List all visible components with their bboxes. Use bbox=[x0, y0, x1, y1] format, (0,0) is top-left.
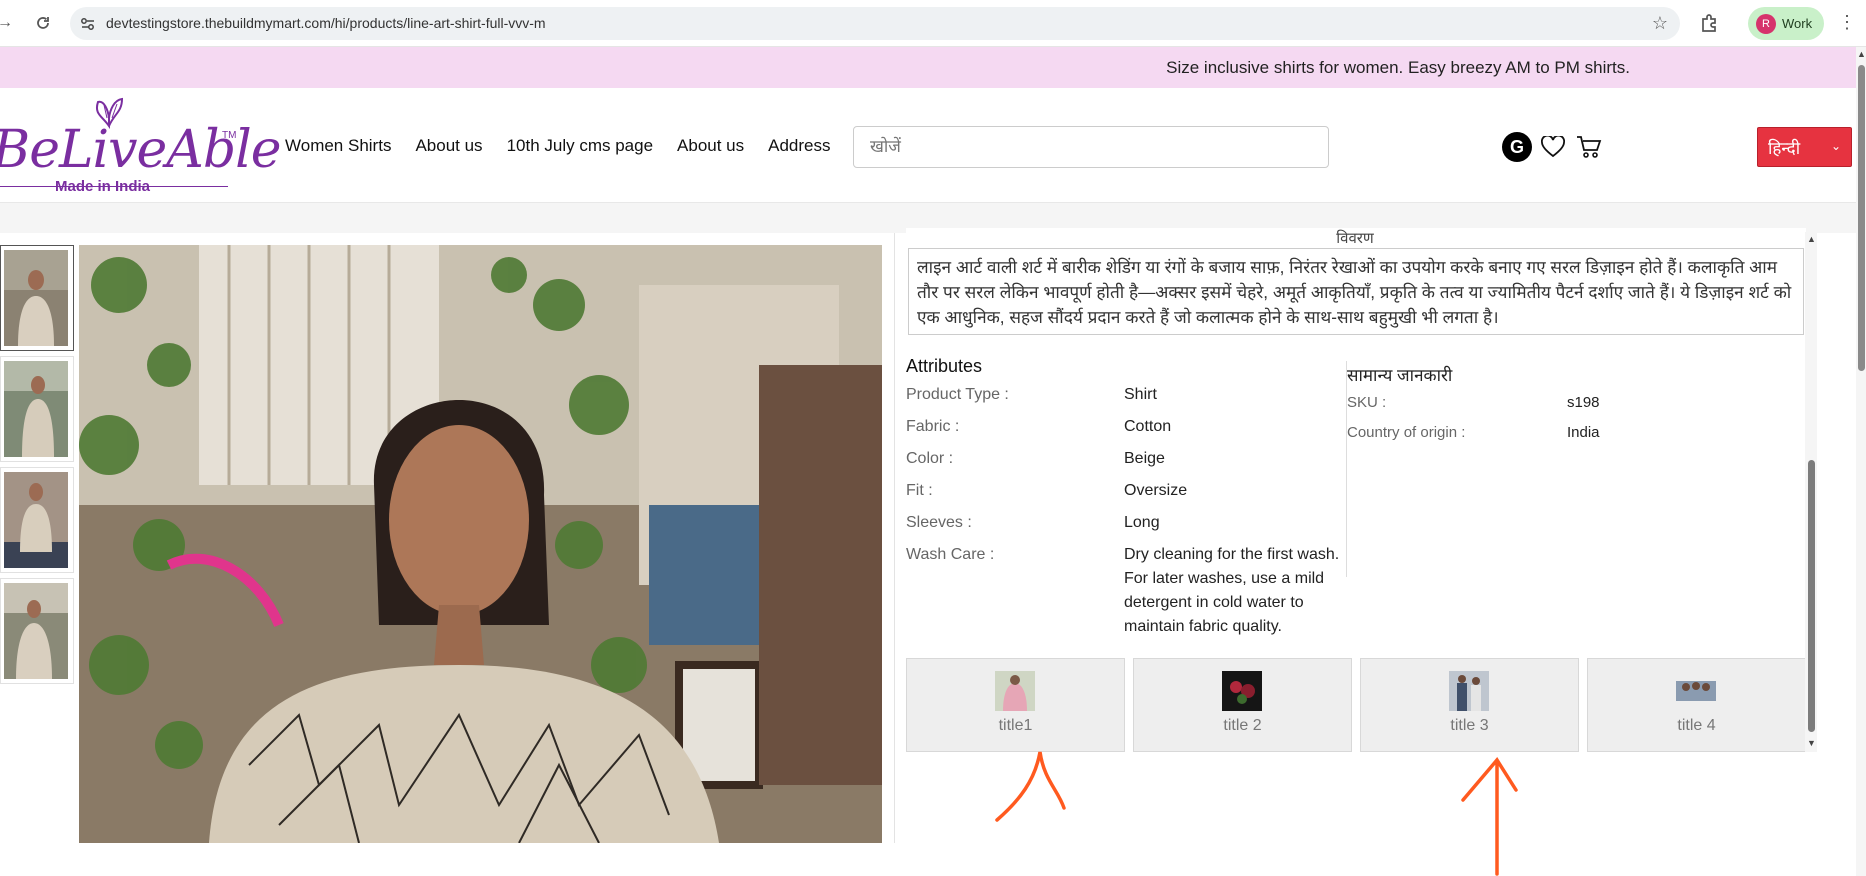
product-details-panel: विवरण लाइन आर्ट वाली शर्ट में बारीक शेडि… bbox=[906, 228, 1806, 836]
attribute-row: Sleeves : Long bbox=[906, 511, 1346, 535]
page-scroll-up-icon[interactable]: ▲ bbox=[1857, 49, 1866, 59]
main-nav: Women Shirts About us 10th July cms page… bbox=[285, 136, 831, 156]
attributes-title: Attributes bbox=[906, 356, 983, 376]
site-logo[interactable]: BeLiveAble TM Made in India bbox=[0, 92, 282, 195]
nav-address[interactable]: Address bbox=[768, 136, 830, 156]
chevron-down-icon: ⌄ bbox=[1830, 139, 1841, 153]
reload-icon[interactable] bbox=[32, 12, 54, 34]
general-info-key: Country of origin : bbox=[1347, 424, 1466, 441]
attribute-value: Beige bbox=[1124, 450, 1165, 467]
profile-avatar: R bbox=[1756, 13, 1776, 34]
language-select[interactable]: हिन्दी ⌄ bbox=[1757, 127, 1852, 167]
general-info-value: India bbox=[1567, 424, 1600, 441]
nav-about-us-2[interactable]: About us bbox=[677, 136, 744, 156]
card-image bbox=[995, 671, 1035, 711]
product-gallery bbox=[0, 233, 895, 843]
attribute-value: Long bbox=[1124, 514, 1160, 531]
feature-card-1[interactable]: title1 bbox=[906, 658, 1125, 752]
nav-about-us[interactable]: About us bbox=[415, 136, 482, 156]
general-info-row: SKU : s198 bbox=[1347, 391, 1787, 415]
general-info-section: सामान्य जानकारी SKU : s198 Country of or… bbox=[1347, 363, 1787, 451]
main-product-image[interactable] bbox=[79, 245, 882, 843]
product-thumbnail-image bbox=[4, 250, 68, 346]
attribute-value: Oversize bbox=[1124, 482, 1188, 499]
nav-women-shirts[interactable]: Women Shirts bbox=[285, 136, 391, 156]
details-scroll-thumb[interactable] bbox=[1808, 460, 1815, 732]
thumbnail-2[interactable] bbox=[0, 356, 74, 462]
scroll-up-icon[interactable]: ▲ bbox=[1807, 234, 1816, 244]
cart-icon[interactable] bbox=[1574, 132, 1604, 162]
card-label: title 3 bbox=[1450, 717, 1489, 734]
attributes-section: Attributes Product Type : Shirt Fabric :… bbox=[906, 356, 1346, 647]
scroll-down-icon[interactable]: ▼ bbox=[1807, 738, 1816, 748]
bookmark-star-icon[interactable]: ☆ bbox=[1652, 13, 1668, 34]
card-label: title 4 bbox=[1677, 717, 1716, 734]
attribute-key: Color : bbox=[906, 450, 954, 467]
attribute-value: Cotton bbox=[1124, 418, 1172, 435]
product-thumbnail-image bbox=[4, 583, 68, 679]
site-settings-icon[interactable] bbox=[79, 15, 97, 33]
attribute-row: Fit : Oversize bbox=[906, 479, 1346, 503]
attribute-row: Fabric : Cotton bbox=[906, 415, 1346, 439]
feature-card-3[interactable]: title 3 bbox=[1360, 658, 1579, 752]
account-icon[interactable]: G bbox=[1502, 132, 1532, 162]
general-info-row: Country of origin : India bbox=[1347, 421, 1787, 445]
address-bar[interactable]: devtestingstore.thebuildmymart.com/hi/pr… bbox=[70, 7, 1680, 40]
description-heading: विवरण bbox=[1336, 230, 1374, 247]
attribute-key: Fabric : bbox=[906, 418, 960, 435]
product-thumbnail-image bbox=[4, 361, 68, 457]
nav-cms-page[interactable]: 10th July cms page bbox=[507, 136, 653, 156]
page-scrollbar[interactable]: ▲ bbox=[1856, 47, 1866, 876]
card-label: title 2 bbox=[1223, 717, 1262, 734]
profile-label: Work bbox=[1782, 16, 1813, 31]
card-label: title1 bbox=[998, 717, 1033, 734]
attribute-row: Wash Care : Dry cleaning for the first w… bbox=[906, 543, 1346, 639]
thumbnail-1[interactable] bbox=[0, 245, 74, 351]
browser-toolbar: → devtestingstore.thebuildmymart.com/hi/… bbox=[0, 0, 1866, 47]
feature-card-4[interactable]: title 4 bbox=[1587, 658, 1806, 752]
search-input[interactable] bbox=[853, 126, 1329, 168]
logo-trademark: TM bbox=[222, 130, 237, 141]
thumbnail-4[interactable] bbox=[0, 578, 74, 684]
profile-button[interactable]: R Work bbox=[1748, 7, 1824, 40]
url-text: devtestingstore.thebuildmymart.com/hi/pr… bbox=[106, 15, 546, 31]
general-info-value: s198 bbox=[1567, 394, 1600, 411]
details-scrollbar[interactable]: ▲ ▼ bbox=[1805, 232, 1817, 752]
feature-card-2[interactable]: title 2 bbox=[1133, 658, 1352, 752]
announcement-text: Size inclusive shirts for women. Easy br… bbox=[1166, 58, 1630, 77]
header-icons: G bbox=[1502, 132, 1604, 162]
feature-cards: title1 title 2 title 3 title 4 bbox=[906, 658, 1806, 753]
site-header: BeLiveAble TM Made in India Women Shirts… bbox=[0, 88, 1856, 203]
page-scroll-thumb[interactable] bbox=[1858, 65, 1865, 371]
logo-tagline: Made in India bbox=[55, 178, 151, 195]
wishlist-heart-icon[interactable] bbox=[1538, 132, 1568, 162]
attribute-key: Wash Care : bbox=[906, 546, 995, 563]
general-info-title: सामान्य जानकारी bbox=[1347, 366, 1453, 385]
card-image bbox=[1449, 671, 1489, 711]
attribute-value: Dry cleaning for the first wash. For lat… bbox=[1124, 546, 1340, 635]
extensions-icon[interactable] bbox=[1698, 12, 1720, 34]
attribute-value: Shirt bbox=[1124, 386, 1157, 403]
card-image bbox=[1676, 671, 1716, 711]
attribute-key: Product Type : bbox=[906, 386, 1009, 403]
general-info-key: SKU : bbox=[1347, 394, 1387, 411]
product-thumbnail-image bbox=[4, 472, 68, 568]
description-text: लाइन आर्ट वाली शर्ट में बारीक शेडिंग या … bbox=[908, 248, 1804, 335]
forward-arrow-icon[interactable]: → bbox=[0, 12, 16, 34]
card-image bbox=[1222, 671, 1262, 711]
thumbnail-3[interactable] bbox=[0, 467, 74, 573]
logo-brand-text: BeLiveAble bbox=[0, 120, 282, 180]
announcement-bar: Size inclusive shirts for women. Easy br… bbox=[0, 47, 1856, 88]
attribute-row: Product Type : Shirt bbox=[906, 383, 1346, 407]
browser-menu-icon[interactable]: ⋮ bbox=[1838, 12, 1856, 33]
language-selected: हिन्दी bbox=[1768, 138, 1801, 158]
attribute-key: Fit : bbox=[906, 482, 933, 499]
attribute-key: Sleeves : bbox=[906, 514, 972, 531]
attribute-row: Color : Beige bbox=[906, 447, 1346, 471]
